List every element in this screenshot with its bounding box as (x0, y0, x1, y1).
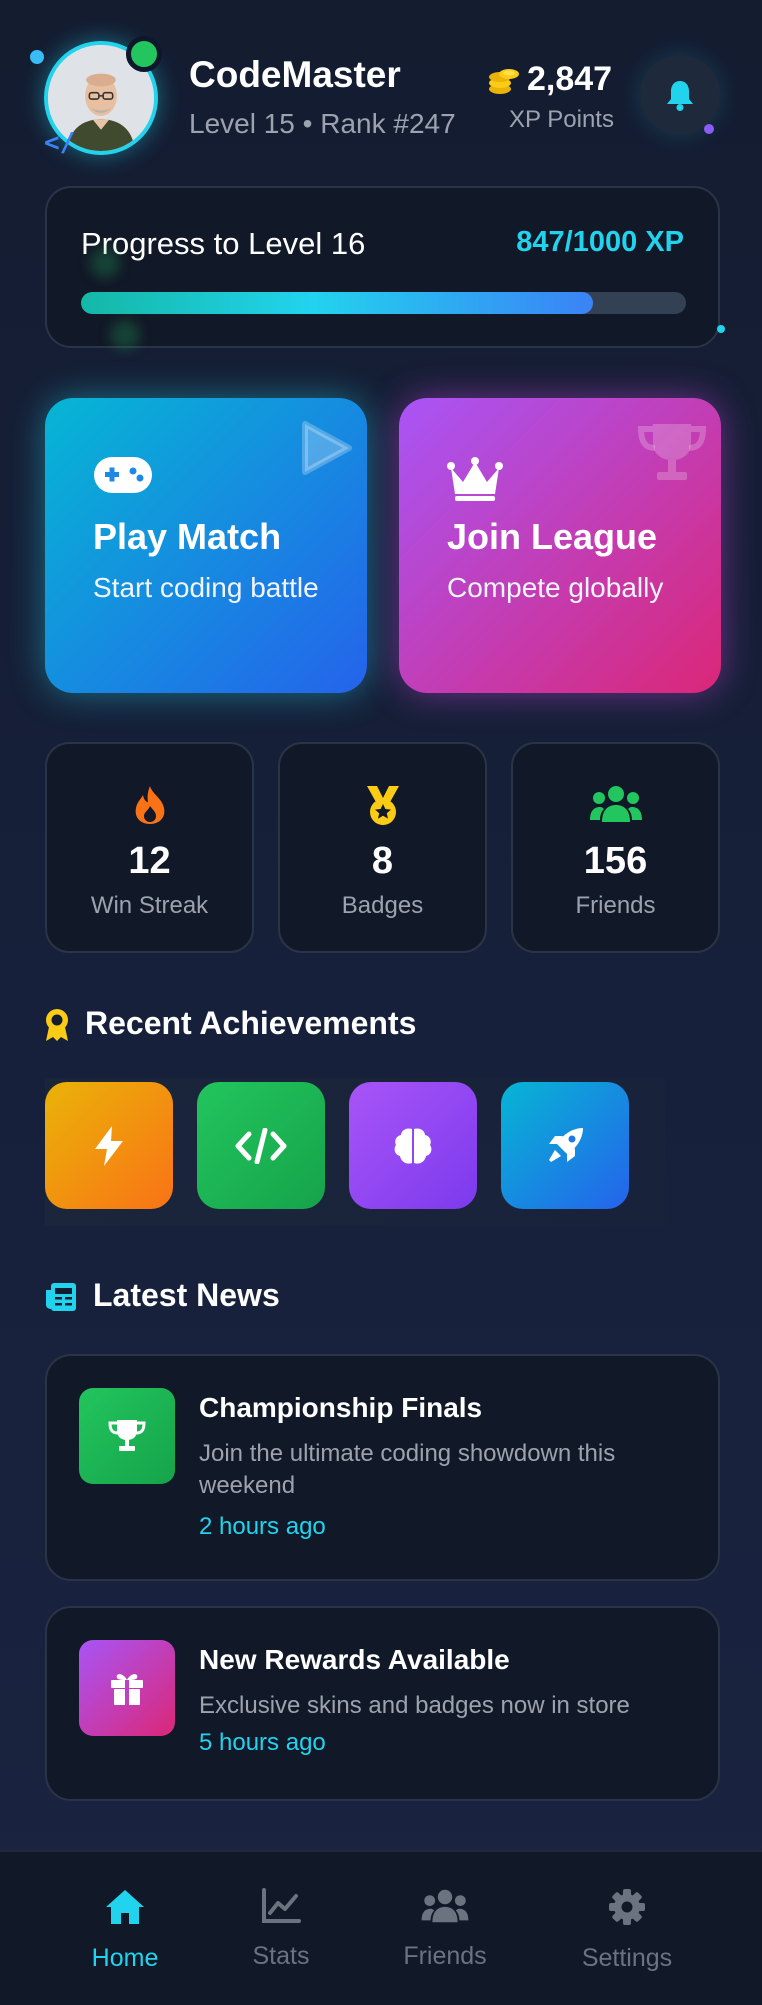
brain-icon (394, 1127, 432, 1164)
nav-home-label: Home (91, 1944, 159, 1972)
level-progress-card: Progress to Level 16 847/1000 XP (45, 186, 720, 348)
achievement-brain[interactable] (349, 1082, 477, 1209)
level-rank-text: Level 15 • Rank #247 (189, 108, 456, 139)
bell-icon (667, 81, 693, 111)
news-item[interactable]: Championship Finals Join the ultimate co… (45, 1354, 720, 1581)
stat-card-win-streak[interactable]: 12 Win Streak (45, 742, 254, 953)
rocket-icon (549, 1127, 583, 1162)
join-league-card[interactable]: Join League Compete globally (399, 398, 721, 693)
coins-icon (489, 69, 519, 94)
friends-label: Friends (575, 892, 656, 919)
play-icon (302, 421, 352, 475)
nav-friends-label: Friends (403, 1942, 487, 1970)
decorative-dot (30, 50, 44, 64)
gift-icon (111, 1674, 143, 1705)
stat-card-friends[interactable]: 156 Friends (511, 742, 720, 953)
friends-icon (421, 1889, 469, 1923)
news-item[interactable]: New Rewards Available Exclusive skins an… (45, 1606, 720, 1801)
decorative-dot (717, 325, 725, 333)
xp-value: 2,847 (527, 60, 613, 98)
join-league-subtitle: Compete globally (447, 572, 664, 603)
nav-settings[interactable]: Settings (557, 1888, 697, 1973)
crown-icon (447, 457, 503, 501)
nav-stats-label: Stats (252, 1942, 310, 1970)
bottom-navigation: Home Stats Friends Settings (0, 1850, 762, 2005)
join-league-title: Join League (447, 516, 658, 557)
xp-label: XP Points (509, 106, 614, 133)
progress-value: 847/1000 XP (516, 226, 684, 258)
achievement-code[interactable] (197, 1082, 325, 1209)
progress-bar (81, 292, 686, 314)
nav-home[interactable]: Home (55, 1888, 195, 1973)
badges-value: 8 (371, 840, 394, 882)
online-status-dot (126, 36, 162, 72)
play-match-title: Play Match (93, 516, 282, 557)
bolt-icon (95, 1125, 123, 1166)
home-icon (106, 1890, 144, 1924)
news-item-title: Championship Finals (199, 1392, 483, 1423)
win-streak-label: Win Streak (90, 892, 209, 919)
chart-icon (262, 1888, 301, 1923)
win-streak-value: 12 (128, 840, 171, 882)
notification-dot (704, 124, 714, 134)
medal-icon (366, 786, 399, 825)
news-item-time: 2 hours ago (199, 1513, 326, 1540)
play-match-subtitle: Start coding battle (93, 572, 319, 603)
decorative-glow (90, 248, 120, 278)
news-item-title: New Rewards Available (199, 1644, 510, 1675)
nav-settings-label: Settings (581, 1944, 673, 1972)
news-item-description: Exclusive skins and badges now in store (199, 1692, 630, 1719)
progress-bar-fill (81, 292, 594, 314)
news-item-description: Join the ultimate coding showdown this w… (199, 1440, 616, 1499)
achievement-bolt[interactable] (45, 1082, 173, 1209)
notifications-button[interactable] (640, 55, 720, 135)
achievements-title: Recent Achievements (85, 1005, 417, 1041)
nav-friends[interactable]: Friends (375, 1888, 515, 1971)
nav-stats[interactable]: Stats (211, 1888, 351, 1971)
stat-card-badges[interactable]: 8 Badges (278, 742, 487, 953)
code-icon (235, 1127, 287, 1164)
trophy-icon (108, 1420, 146, 1451)
newspaper-icon (46, 1283, 76, 1311)
trophy-deco-icon (637, 424, 707, 480)
users-icon (589, 786, 642, 822)
fire-icon (135, 786, 164, 824)
progress-title: Progress to Level 16 (81, 226, 366, 261)
gear-icon (609, 1889, 645, 1925)
achievement-rocket[interactable] (501, 1082, 629, 1209)
code-deco-icon: </ (44, 128, 76, 158)
play-match-card[interactable]: Play Match Start coding battle (45, 398, 367, 693)
news-title: Latest News (93, 1277, 280, 1313)
username: CodeMaster (189, 54, 401, 95)
news-item-time: 5 hours ago (199, 1729, 326, 1756)
gamepad-icon (94, 457, 152, 493)
decorative-glow (110, 320, 140, 350)
friends-value: 156 (583, 840, 648, 882)
badges-label: Badges (341, 892, 424, 919)
award-icon (46, 1009, 68, 1041)
